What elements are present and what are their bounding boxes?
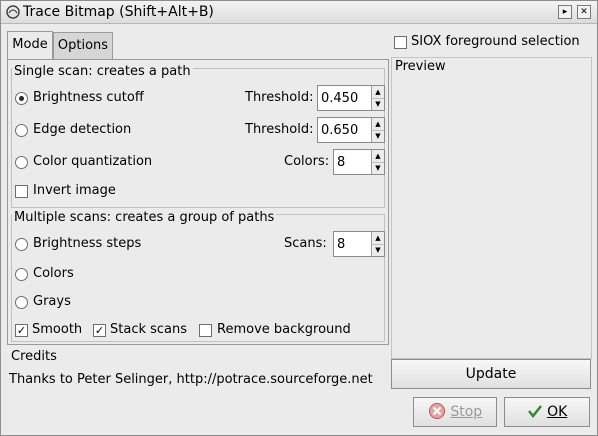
- update-button-label: Update: [465, 366, 517, 382]
- tab-options[interactable]: Options: [53, 32, 113, 59]
- smooth-label: Smooth: [32, 322, 83, 337]
- remove-background-label: Remove background: [217, 322, 351, 337]
- stack-scans-label: Stack scans: [110, 322, 188, 337]
- brightness-threshold-spin-buttons[interactable]: ▲ ▼: [371, 86, 384, 110]
- minimize-icon[interactable]: ▸: [558, 5, 572, 19]
- edge-threshold-input[interactable]: [321, 121, 365, 139]
- colors-count-input[interactable]: [337, 153, 365, 171]
- tab-mode[interactable]: Mode: [7, 31, 53, 60]
- ok-button[interactable]: OK: [504, 397, 590, 427]
- window-title: Trace Bitmap (Shift+Alt+B): [23, 4, 214, 20]
- smooth-checkbox[interactable]: ✓: [15, 324, 28, 337]
- brightness-steps-label: Brightness steps: [33, 236, 142, 251]
- credits-text: Thanks to Peter Selinger, http://potrace…: [9, 372, 373, 387]
- spin-down-icon[interactable]: ▼: [372, 162, 384, 174]
- preview-frame: [391, 57, 592, 359]
- siox-checkbox[interactable]: [394, 36, 407, 49]
- scans-count-stepper[interactable]: ▲ ▼: [333, 231, 385, 257]
- trace-bitmap-dialog: Trace Bitmap (Shift+Alt+B) ▸ ✕ Mode Opti…: [0, 0, 598, 436]
- edge-detection-label: Edge detection: [33, 122, 132, 137]
- spin-down-icon[interactable]: ▼: [372, 244, 384, 256]
- checkmark-icon: [527, 405, 542, 419]
- siox-label: SIOX foreground selection: [411, 34, 580, 49]
- close-icon[interactable]: ✕: [577, 5, 591, 19]
- mode-tab-panel: Single scan: creates a path Brightness c…: [7, 59, 389, 345]
- stop-icon: [428, 403, 445, 419]
- brightness-threshold-stepper[interactable]: ▲ ▼: [317, 85, 385, 111]
- trace-bitmap-icon: [6, 5, 20, 19]
- colors-label: Colors: [33, 266, 74, 281]
- stop-button[interactable]: Stop: [413, 397, 497, 427]
- color-quantization-label: Color quantization: [33, 154, 153, 169]
- title-bar[interactable]: Trace Bitmap (Shift+Alt+B) ▸ ✕: [1, 1, 597, 24]
- brightness-threshold-input[interactable]: [321, 89, 365, 107]
- scans-count-label: Scans:: [284, 236, 327, 251]
- grays-label: Grays: [33, 294, 71, 309]
- tab-mode-label: Mode: [12, 37, 48, 52]
- multiple-scans-heading: Multiple scans: creates a group of paths: [12, 209, 277, 227]
- brightness-cutoff-radio[interactable]: [15, 92, 28, 105]
- spin-down-icon[interactable]: ▼: [372, 130, 384, 142]
- color-quantization-radio[interactable]: [15, 156, 28, 169]
- remove-background-checkbox[interactable]: [199, 324, 212, 337]
- colors-count-spin-buttons[interactable]: ▲ ▼: [371, 150, 384, 174]
- spin-down-icon[interactable]: ▼: [372, 98, 384, 110]
- edge-threshold-label: Threshold:: [245, 122, 314, 137]
- single-scan-heading: Single scan: creates a path: [12, 63, 193, 81]
- stack-scans-checkbox[interactable]: ✓: [93, 324, 106, 337]
- invert-image-label: Invert image: [33, 183, 116, 198]
- preview-label: Preview: [393, 58, 448, 76]
- tab-options-label: Options: [57, 38, 109, 53]
- edge-threshold-spin-buttons[interactable]: ▲ ▼: [371, 118, 384, 142]
- brightness-cutoff-label: Brightness cutoff: [33, 90, 144, 105]
- brightness-threshold-label: Threshold:: [245, 90, 314, 105]
- colors-radio[interactable]: [15, 268, 28, 281]
- stop-button-label: Stop: [450, 404, 483, 420]
- brightness-steps-radio[interactable]: [15, 238, 28, 251]
- colors-count-label: Colors:: [284, 154, 330, 169]
- grays-radio[interactable]: [15, 296, 28, 309]
- scans-count-spin-buttons[interactable]: ▲ ▼: [371, 232, 384, 256]
- invert-image-checkbox[interactable]: [15, 185, 28, 198]
- scans-count-input[interactable]: [337, 235, 365, 253]
- edge-detection-radio[interactable]: [15, 124, 28, 137]
- colors-count-stepper[interactable]: ▲ ▼: [333, 149, 385, 175]
- credits-heading: Credits: [11, 349, 57, 364]
- ok-button-label: OK: [547, 404, 568, 420]
- update-button[interactable]: Update: [391, 359, 591, 389]
- edge-threshold-stepper[interactable]: ▲ ▼: [317, 117, 385, 143]
